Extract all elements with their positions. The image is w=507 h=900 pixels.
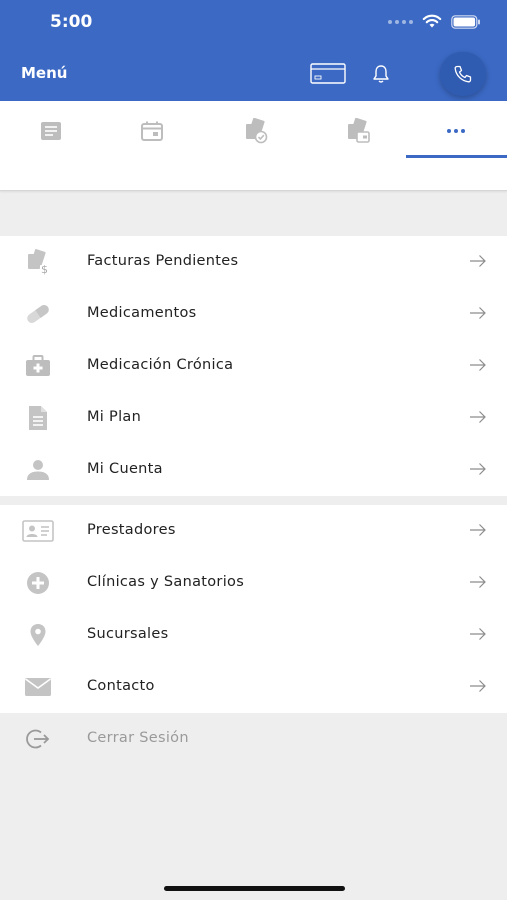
more-dots-icon bbox=[447, 129, 465, 133]
person-icon bbox=[24, 457, 52, 483]
menu-item-mi-plan[interactable]: Mi Plan bbox=[0, 392, 507, 444]
menu-item-label: Sucursales bbox=[87, 626, 169, 642]
call-button[interactable] bbox=[440, 52, 486, 96]
document-icon bbox=[24, 405, 52, 431]
logout-button[interactable]: Cerrar Sesión bbox=[0, 713, 507, 765]
wifi-icon bbox=[422, 14, 442, 28]
tab-selected-indicator bbox=[406, 155, 507, 158]
svg-text:$: $ bbox=[41, 263, 48, 275]
invoice-dollar-icon: $ bbox=[24, 249, 52, 275]
status-icons bbox=[388, 14, 481, 29]
menu-item-sucursales[interactable]: Sucursales bbox=[0, 609, 507, 661]
arrow-right-icon bbox=[470, 628, 486, 640]
bell-icon[interactable] bbox=[372, 64, 390, 84]
menu-item-mi-cuenta[interactable]: Mi Cuenta bbox=[0, 444, 507, 496]
prescription-wallet-icon bbox=[348, 118, 370, 143]
page-title: Menú bbox=[21, 64, 68, 82]
menu-item-label: Facturas Pendientes bbox=[87, 253, 239, 269]
phone-icon bbox=[454, 65, 472, 83]
battery-icon bbox=[451, 14, 480, 29]
menu-section-secondary: Prestadores Clínicas y Sanatorios Sucurs… bbox=[0, 505, 507, 713]
app-header: 5:00 Menú bbox=[0, 0, 507, 101]
prescription-check-icon bbox=[246, 118, 268, 144]
arrow-right-icon bbox=[470, 255, 486, 267]
menu-item-medicamentos[interactable]: Medicamentos bbox=[0, 288, 507, 340]
status-time: 5:00 bbox=[50, 12, 93, 32]
document-list-icon bbox=[41, 122, 61, 140]
tab-more[interactable] bbox=[436, 117, 476, 145]
pill-icon bbox=[24, 301, 52, 327]
cellular-signal-icon bbox=[388, 19, 413, 24]
tab-prescriptions[interactable] bbox=[236, 117, 276, 145]
arrow-right-icon bbox=[470, 307, 486, 319]
menu-item-medicacion-cronica[interactable]: Medicación Crónica bbox=[0, 340, 507, 392]
menu-section-primary: $ Facturas Pendientes Medicamentos Medic… bbox=[0, 236, 507, 496]
menu-item-label: Contacto bbox=[87, 678, 155, 694]
arrow-right-icon bbox=[470, 411, 486, 423]
menu-item-label: Medicación Crónica bbox=[87, 357, 234, 373]
plus-circle-icon bbox=[24, 570, 52, 596]
menu-item-clinicas-y-sanatorios[interactable]: Clínicas y Sanatorios bbox=[0, 557, 507, 609]
menu-item-label: Mi Plan bbox=[87, 409, 142, 425]
arrow-right-icon bbox=[470, 576, 486, 588]
logout-icon bbox=[24, 726, 52, 752]
calendar-icon bbox=[141, 121, 163, 141]
tab-documents[interactable] bbox=[31, 117, 71, 145]
arrow-right-icon bbox=[470, 680, 486, 692]
menu-item-label: Mi Cuenta bbox=[87, 461, 163, 477]
medkit-icon bbox=[24, 353, 52, 379]
location-pin-icon bbox=[24, 622, 52, 648]
tab-payments[interactable] bbox=[338, 117, 378, 145]
menu-item-contacto[interactable]: Contacto bbox=[0, 661, 507, 713]
tab-calendar[interactable] bbox=[132, 117, 172, 145]
menu-item-facturas-pendientes[interactable]: $ Facturas Pendientes bbox=[0, 236, 507, 288]
envelope-icon bbox=[24, 674, 52, 700]
menu-item-label: Clínicas y Sanatorios bbox=[87, 574, 245, 590]
arrow-right-icon bbox=[470, 463, 486, 475]
menu-item-label: Prestadores bbox=[87, 522, 176, 538]
home-indicator[interactable] bbox=[164, 886, 345, 891]
id-card-icon bbox=[22, 518, 54, 544]
logout-label: Cerrar Sesión bbox=[87, 730, 189, 746]
tab-bar bbox=[0, 101, 507, 191]
arrow-right-icon bbox=[470, 524, 486, 536]
menu-item-label: Medicamentos bbox=[87, 305, 197, 321]
credential-card-icon[interactable] bbox=[310, 63, 346, 84]
menu-item-prestadores[interactable]: Prestadores bbox=[0, 505, 507, 557]
arrow-right-icon bbox=[470, 359, 486, 371]
